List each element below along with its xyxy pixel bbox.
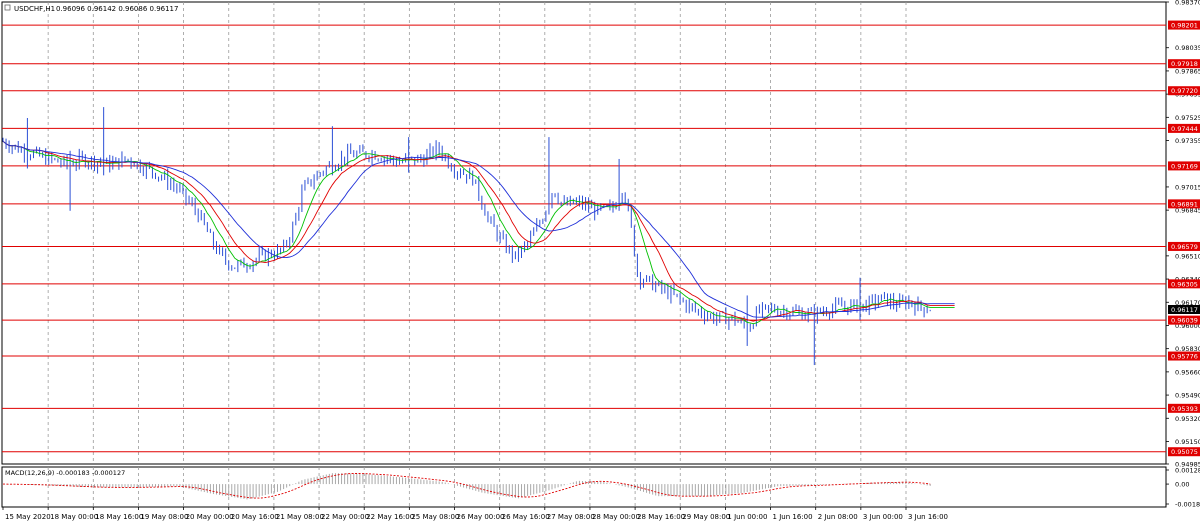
level-tag-label: 0.97918 bbox=[1171, 60, 1198, 68]
price-tick-label: 0.95660 bbox=[1175, 368, 1200, 376]
price-tick-label: 0.97865 bbox=[1175, 67, 1200, 75]
time-tick-label: 20 May 16:00 bbox=[231, 513, 279, 521]
price-tick-label: 0.95320 bbox=[1175, 415, 1200, 423]
price-axis: 0.983700.980350.978650.976950.975250.973… bbox=[1166, 0, 1200, 469]
time-tick-label: 26 May 16:00 bbox=[502, 513, 550, 521]
level-tag-label: 0.95393 bbox=[1171, 405, 1198, 413]
current-price-label: 0.96117 bbox=[1171, 306, 1198, 314]
macd-label: MACD(12,26,9) -0.000183 -0.000127 bbox=[5, 469, 125, 477]
time-tick-label: 25 May 08:00 bbox=[411, 513, 459, 521]
time-tick-label: 18 May 16:00 bbox=[95, 513, 143, 521]
time-tick-label: 26 May 00:00 bbox=[457, 513, 505, 521]
macd-panel[interactable]: MACD(12,26,9) -0.000183 -0.000127 bbox=[1, 466, 1167, 508]
macd-tick-label: 0.00 bbox=[1175, 481, 1189, 489]
price-tick-label: 0.95150 bbox=[1175, 438, 1200, 446]
level-tag-label: 0.97444 bbox=[1171, 125, 1198, 133]
time-tick-label: 15 May 2020 bbox=[5, 513, 51, 521]
macd-tick-label: 0.00128 bbox=[1175, 467, 1200, 475]
level-tag-label: 0.96891 bbox=[1171, 200, 1198, 208]
symbol-label: USDCHF,H1 bbox=[14, 5, 55, 13]
price-tick-label: 0.97525 bbox=[1175, 114, 1200, 122]
level-tag-label: 0.96579 bbox=[1171, 243, 1198, 251]
macd-axis: 0.00128 0.00 -0.001812 bbox=[1166, 467, 1200, 509]
time-tick-label: 29 May 08:00 bbox=[682, 513, 730, 521]
level-tag-label: 0.95776 bbox=[1171, 353, 1198, 361]
level-tag-label: 0.96305 bbox=[1171, 280, 1198, 288]
time-tick-label: 22 May 00:00 bbox=[321, 513, 369, 521]
time-tick-label: 21 May 08:00 bbox=[276, 513, 324, 521]
price-tick-label: 0.98035 bbox=[1175, 44, 1200, 52]
price-panel[interactable]: USDCHF,H1 0.96096 0.96142 0.96086 0.9611… bbox=[1, 1, 1167, 465]
price-tick-label: 0.98370 bbox=[1175, 0, 1200, 7]
ohlc-label: 0.96096 0.96142 0.96086 0.96117 bbox=[56, 5, 178, 13]
level-tag-label: 0.97720 bbox=[1171, 87, 1198, 95]
time-tick-label: 28 May 00:00 bbox=[592, 513, 640, 521]
price-tick-label: 0.96510 bbox=[1175, 252, 1200, 260]
trading-chart: USDCHF,H1 0.96096 0.96142 0.96086 0.9611… bbox=[1, 0, 1200, 521]
macd-tick-label: -0.001812 bbox=[1175, 501, 1200, 509]
time-tick-label: 20 May 00:00 bbox=[186, 513, 234, 521]
time-tick-label: 22 May 16:00 bbox=[366, 513, 414, 521]
time-tick-label: 3 Jun 16:00 bbox=[908, 513, 948, 521]
level-tag-label: 0.98201 bbox=[1171, 22, 1198, 30]
price-panel-frame bbox=[1, 1, 1167, 465]
time-tick-label: 27 May 08:00 bbox=[547, 513, 595, 521]
level-tag-label: 0.95075 bbox=[1171, 448, 1198, 456]
time-tick-label: 28 May 16:00 bbox=[637, 513, 685, 521]
time-tick-label: 19 May 08:00 bbox=[140, 513, 188, 521]
level-tag-label: 0.97169 bbox=[1171, 162, 1198, 170]
time-tick-label: 18 May 00:00 bbox=[50, 513, 98, 521]
time-tick-label: 1 Jun 16:00 bbox=[773, 513, 813, 521]
time-tick-label: 1 Jun 00:00 bbox=[727, 513, 767, 521]
price-tick-label: 0.95490 bbox=[1175, 392, 1200, 400]
time-tick-label: 3 Jun 00:00 bbox=[863, 513, 903, 521]
level-tag-label: 0.96039 bbox=[1171, 317, 1198, 325]
time-axis: 15 May 2020 18 May 00:0018 May 16:0019 Ma… bbox=[2, 507, 948, 521]
price-tick-label: 0.97355 bbox=[1175, 137, 1200, 145]
price-tick-label: 0.97015 bbox=[1175, 183, 1200, 191]
time-tick-label: 2 Jun 08:00 bbox=[818, 513, 858, 521]
macd-panel-frame bbox=[1, 466, 1167, 508]
